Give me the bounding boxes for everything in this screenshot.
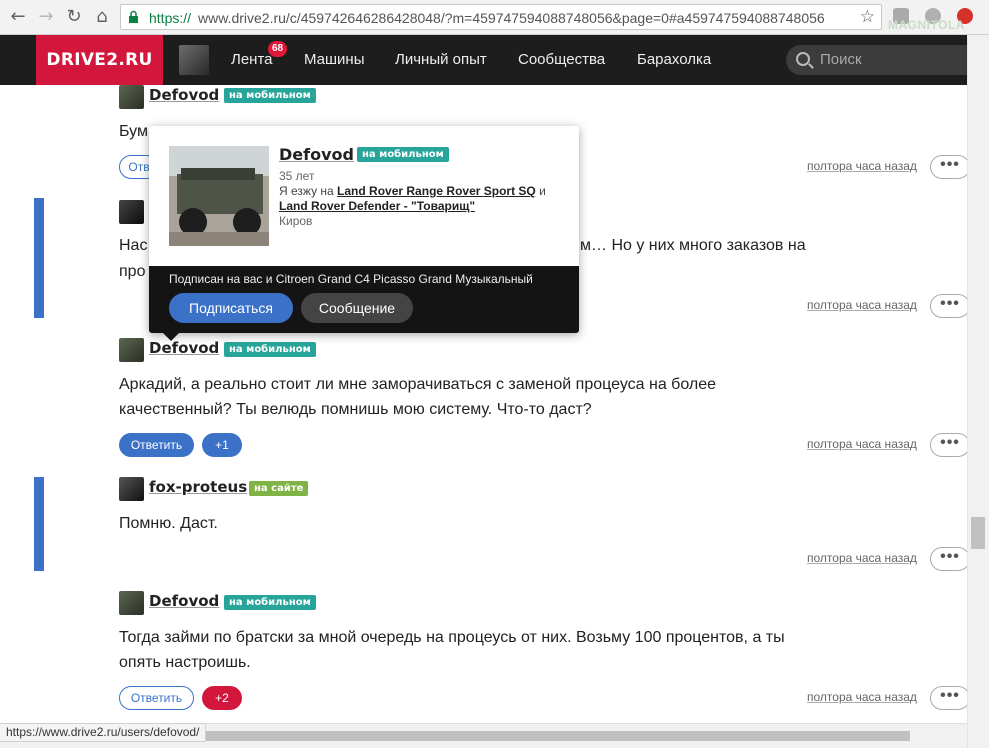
status-badge: на мобильном (357, 147, 449, 162)
more-button[interactable]: ••• (930, 547, 967, 571)
url-text: www.drive2.ru/c/459742646286428048/?m=45… (198, 10, 825, 26)
nav-item-communities[interactable]: Сообщества (518, 35, 605, 85)
comment-time[interactable]: полтора часа назад (807, 159, 917, 173)
status-badge: на мобильном (224, 342, 316, 357)
plus-two-button[interactable]: +2 (202, 686, 242, 710)
status-badge: на мобильном (224, 88, 316, 103)
browser-toolbar: ← → ↻ ⌂ https:// www.drive2.ru/c/4597426… (0, 0, 989, 35)
site-logo[interactable]: DRIVE2.RU (36, 35, 163, 85)
popup-username[interactable]: Defovod (279, 145, 354, 164)
lock-icon (129, 10, 138, 23)
avatar[interactable] (119, 200, 144, 224)
nav-item-feed[interactable]: Лента (231, 35, 273, 85)
popup-pointer (163, 333, 179, 341)
comment-time[interactable]: полтора часа назад (807, 437, 917, 451)
comment-text: Аркадий, а реально стоит ли мне заморачи… (119, 376, 717, 393)
comment-author[interactable]: fox-proteus (149, 478, 247, 496)
car-link[interactable]: Land Rover Range Rover Sport SQ (337, 184, 536, 198)
address-bar[interactable]: https:// www.drive2.ru/c/459742646286428… (120, 4, 882, 30)
comment-text: опять настроишь. (119, 654, 251, 671)
reload-icon[interactable]: ↻ (62, 5, 86, 29)
popup-drives: Я езжу на Land Rover Range Rover Sport S… (279, 184, 546, 214)
home-icon[interactable]: ⌂ (90, 5, 114, 29)
comment-author[interactable]: Defovod (149, 592, 219, 610)
more-button[interactable]: ••• (930, 155, 967, 179)
comment-text: Помню. Даст. (119, 515, 218, 532)
search-placeholder: Поиск (820, 51, 862, 68)
link-status-bar: https://www.drive2.ru/users/defovod/ (0, 723, 207, 742)
plus-one-button[interactable]: +1 (202, 433, 242, 457)
nav-item-cars[interactable]: Машины (304, 35, 364, 85)
avatar[interactable] (119, 477, 144, 501)
more-button[interactable]: ••• (930, 686, 967, 710)
reply-button[interactable]: Ответить (119, 686, 194, 710)
popup-actions: Подписан на вас и Citroen Grand C4 Picas… (149, 266, 579, 341)
search-icon (796, 52, 810, 66)
vertical-scrollbar[interactable] (967, 35, 989, 748)
comment-time[interactable]: полтора часа назад (807, 690, 917, 704)
comment-author[interactable]: Defovod (149, 86, 219, 104)
comment-author[interactable]: Defovod (149, 339, 219, 357)
comment-text: Нас (119, 237, 148, 254)
popup-subscribed-text: Подписан на вас и Citroen Grand C4 Picas… (169, 272, 533, 286)
bookmark-star-icon[interactable]: ☆ (860, 7, 875, 27)
highlight-bar (34, 477, 44, 571)
comment-text: про (119, 263, 146, 280)
scrollbar-thumb[interactable] (971, 517, 985, 549)
car-photo[interactable] (169, 146, 269, 246)
comment-time[interactable]: полтора часа назад (807, 298, 917, 312)
site-header: DRIVE2.RU Лента 68 Машины Личный опыт Со… (0, 35, 967, 85)
back-arrow-icon[interactable]: ← (6, 5, 30, 29)
url-scheme: https:// (149, 10, 192, 26)
nav-item-market[interactable]: Барахолка (637, 35, 711, 85)
car-link[interactable]: Land Rover Defender - "Товарищ" (279, 199, 475, 213)
search-input[interactable]: Поиск (786, 45, 967, 75)
avatar[interactable] (119, 85, 144, 109)
avatar[interactable] (119, 591, 144, 615)
follow-button[interactable]: Подписаться (169, 293, 293, 323)
avatar[interactable] (179, 45, 209, 75)
drives-prefix: Я езжу на (279, 184, 338, 198)
notification-badge: 68 (268, 41, 287, 57)
nav-item-experience[interactable]: Личный опыт (395, 35, 487, 85)
user-popup-card: Defovod на мобильном 35 лет Я езжу на La… (149, 126, 579, 341)
comment-text: Бум (119, 123, 148, 140)
popup-city: Киров (279, 214, 313, 228)
avatar[interactable] (119, 338, 144, 362)
forward-arrow-icon[interactable]: → (34, 5, 58, 29)
comment-text: м… Но у них много заказов на (580, 237, 806, 254)
comment-time[interactable]: полтора часа назад (807, 551, 917, 565)
scrollbar-thumb[interactable] (180, 731, 910, 741)
drives-and: и (535, 184, 546, 198)
status-badge: на сайте (249, 481, 309, 496)
popup-info: Defovod на мобильном 35 лет Я езжу на La… (149, 126, 579, 266)
reply-button[interactable]: Ответить (119, 433, 194, 457)
status-badge: на мобильном (224, 595, 316, 610)
message-button[interactable]: Сообщение (301, 293, 413, 323)
highlight-bar (34, 198, 44, 318)
more-button[interactable]: ••• (930, 433, 967, 457)
popup-age: 35 лет (279, 169, 315, 183)
watermark: MAGNITOLA (888, 18, 965, 32)
comment-text: Тогда займи по братски за мной очередь н… (119, 629, 785, 646)
comment-text: качественный? Ты велюдь помнишь мою сист… (119, 401, 592, 418)
more-button[interactable]: ••• (930, 294, 967, 318)
